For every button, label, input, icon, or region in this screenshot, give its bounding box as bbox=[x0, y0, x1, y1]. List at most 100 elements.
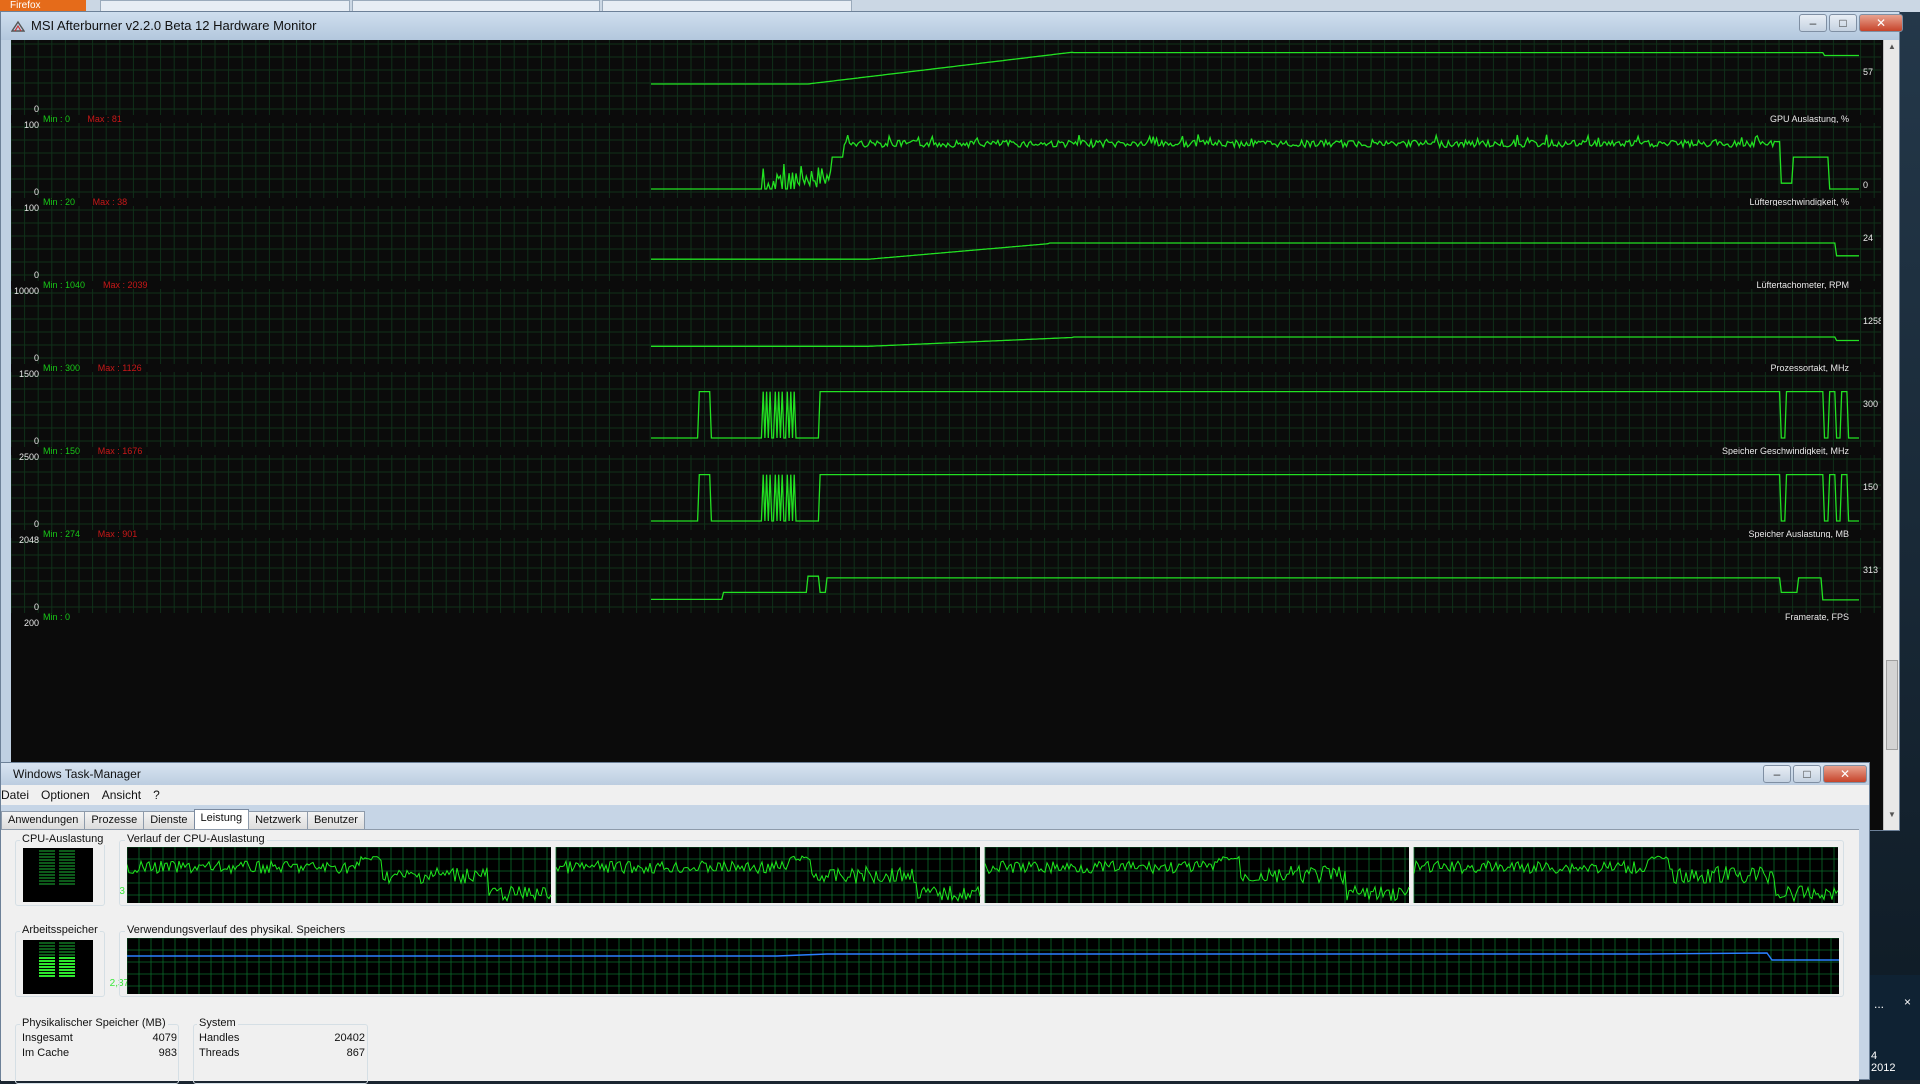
minimize-button[interactable]: ‒ bbox=[1799, 14, 1827, 32]
msi-app-icon bbox=[11, 20, 25, 32]
panel-background bbox=[11, 123, 1881, 206]
overflow-button[interactable]: ... bbox=[1874, 997, 1884, 1011]
meter-bar bbox=[39, 945, 55, 947]
meter-bar bbox=[39, 853, 55, 855]
task-manager-tabs: Anwendungen Prozesse Dienste Leistung Ne… bbox=[1, 809, 365, 829]
meter-bar bbox=[39, 969, 55, 971]
menu-datei[interactable]: Datei bbox=[1, 785, 35, 805]
monitor-panel: 100 0 Min : 1040 Max : 2039 Lüftertachometer… bbox=[11, 203, 1881, 290]
meter-bar bbox=[39, 960, 55, 962]
menu-ansicht[interactable]: Ansicht bbox=[102, 785, 147, 805]
panel-name-label: Lüftergeschwindigkeit, % bbox=[1749, 197, 1849, 207]
meter-bar bbox=[59, 880, 75, 882]
memory-label: Arbeitsspeicher bbox=[20, 924, 100, 936]
meter-bar bbox=[39, 975, 55, 977]
scroll-down-icon[interactable]: ▼ bbox=[1886, 810, 1898, 824]
menu-optionen[interactable]: Optionen bbox=[41, 785, 96, 805]
min-label: Min : 20 bbox=[43, 197, 75, 207]
meter-bar bbox=[59, 862, 75, 864]
meter-bar bbox=[59, 954, 75, 956]
close-button[interactable]: ✕ bbox=[1859, 14, 1903, 32]
cpu-core-graph bbox=[1413, 847, 1839, 903]
current-value-label: 150 bbox=[1863, 482, 1878, 492]
tab-netzwerk[interactable]: Netzwerk bbox=[248, 811, 308, 829]
tab-benutzer[interactable]: Benutzer bbox=[306, 811, 365, 829]
current-value-label: 1258 bbox=[1863, 316, 1881, 326]
task-manager-title: Windows Task-Manager bbox=[13, 767, 141, 781]
meter-bar bbox=[39, 954, 55, 956]
axis-top-label: 2500 bbox=[19, 452, 39, 462]
panel-background bbox=[11, 455, 1881, 538]
meter-bar bbox=[59, 877, 75, 879]
cpu-core-graph bbox=[127, 847, 552, 903]
meter-bar bbox=[59, 859, 75, 861]
cpu-core-graph bbox=[555, 847, 981, 903]
meter-bar bbox=[59, 865, 75, 867]
meter-bar bbox=[39, 874, 55, 876]
physmem-total-value: 4079 bbox=[152, 1032, 177, 1044]
tab-leistung[interactable]: Leistung bbox=[193, 809, 250, 829]
meter-bar bbox=[59, 963, 75, 965]
meter-bar bbox=[59, 874, 75, 876]
meter-bar bbox=[59, 856, 75, 858]
task-manager-titlebar[interactable]: Windows Task-Manager ‒ □ ✕ bbox=[1, 763, 1869, 785]
close-button[interactable]: ✕ bbox=[1823, 765, 1867, 783]
monitor-panel: 1500 0 Min : 150 Max : 1676 Speicher Geschwi… bbox=[11, 369, 1881, 456]
msi-titlebar[interactable]: MSI Afterburner v2.2.0 Beta 12 Hardware … bbox=[1, 12, 1903, 40]
meter-bar bbox=[59, 868, 75, 870]
clock-line: 2012 bbox=[1871, 1062, 1896, 1074]
clock-line: 4 bbox=[1871, 1050, 1878, 1062]
axis-bottom-label: 0 bbox=[34, 104, 39, 114]
current-value-label: 300 bbox=[1863, 399, 1878, 409]
tab-prozesse[interactable]: Prozesse bbox=[84, 811, 145, 829]
scroll-up-icon[interactable]: ▲ bbox=[1886, 42, 1898, 56]
tab-anwendungen[interactable]: Anwendungen bbox=[1, 811, 86, 829]
task-manager-menubar: Datei Optionen Ansicht ? bbox=[1, 785, 1869, 805]
meter-bar bbox=[59, 966, 75, 968]
tab-dienste[interactable]: Dienste bbox=[143, 811, 195, 829]
axis-bottom-label: 0 bbox=[34, 187, 39, 197]
monitor-panel: 2500 0 Min : 274 Max : 901 Speicher Auslastu… bbox=[11, 452, 1881, 539]
meter-bar bbox=[39, 951, 55, 953]
meter-bar bbox=[59, 948, 75, 950]
min-label: Min : 0 bbox=[43, 612, 70, 622]
maximize-button[interactable]: □ bbox=[1829, 14, 1857, 32]
vertical-scrollbar[interactable]: ▲ ▼ bbox=[1883, 40, 1899, 830]
cpu-usage-label: CPU-Auslastung bbox=[20, 833, 106, 845]
axis-bottom-label: 0 bbox=[34, 353, 39, 363]
panel-name-label: Prozessortakt, MHz bbox=[1770, 363, 1849, 373]
axis-top-label: 100 bbox=[24, 120, 39, 130]
meter-bar bbox=[59, 945, 75, 947]
max-label: Max : 1676 bbox=[98, 446, 143, 456]
meter-bar bbox=[39, 942, 55, 944]
meter-bar bbox=[39, 868, 55, 870]
minimize-button[interactable]: ‒ bbox=[1763, 765, 1791, 783]
taskbar-clock[interactable]: 4 2012 bbox=[1871, 1050, 1895, 1074]
panel-name-label: Framerate, FPS bbox=[1785, 612, 1849, 622]
panel-name-label: Speicher Geschwindigkeit, MHz bbox=[1722, 446, 1850, 456]
axis-top-label: 1500 bbox=[19, 369, 39, 379]
maximize-button[interactable]: □ bbox=[1793, 765, 1821, 783]
panel-name-label: GPU Auslastung, % bbox=[1770, 114, 1849, 124]
memory-history-label: Verwendungsverlauf des physikal. Speiche… bbox=[125, 924, 348, 936]
memory-meter: 2,37 GB bbox=[23, 940, 146, 994]
meter-bar bbox=[39, 859, 55, 861]
axis-top-label: 200 bbox=[24, 618, 39, 628]
meter-bar bbox=[39, 871, 55, 873]
max-label: Max : 1126 bbox=[98, 363, 142, 373]
meter-bar bbox=[39, 966, 55, 968]
menu-help[interactable]: ? bbox=[153, 785, 166, 805]
axis-bottom-label: 0 bbox=[34, 519, 39, 529]
physical-memory-header: Physikalischer Speicher (MB) bbox=[20, 1017, 168, 1029]
meter-bar bbox=[59, 883, 75, 885]
current-value-label: 313 bbox=[1863, 565, 1878, 575]
min-label: Min : 300 bbox=[43, 363, 80, 373]
max-label: Max : 38 bbox=[93, 197, 128, 207]
monitor-panel: 2048 0 Min : 0 Framerate, FPS 313 bbox=[11, 535, 1881, 622]
axis-top-label: 100 bbox=[24, 203, 39, 213]
scrollbar-thumb[interactable] bbox=[1886, 660, 1898, 750]
monitor-panel: 10000 0 Min : 300 Max : 1126 Prozessortakt, … bbox=[11, 286, 1881, 373]
system-header: System bbox=[197, 1017, 238, 1029]
meter-bar bbox=[59, 960, 75, 962]
close-icon[interactable]: × bbox=[1904, 995, 1911, 1009]
